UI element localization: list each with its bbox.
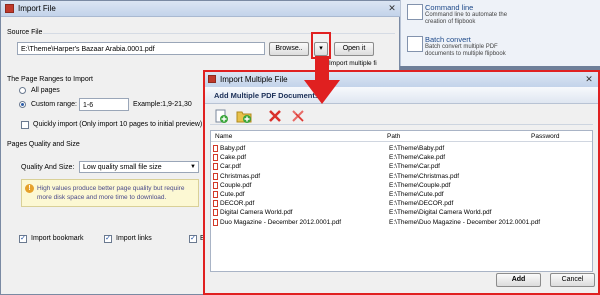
- table-row[interactable]: Duo Magazine - December 2012.0001.pdf E:\…: [211, 218, 592, 227]
- import-links-checkbox[interactable]: ✓: [104, 235, 112, 243]
- multi-window-titlebar: Import Multiple File ✕: [205, 72, 598, 87]
- pdf-file-icon: [213, 145, 218, 152]
- toolbar: [210, 107, 593, 125]
- batch-convert-desc: Batch convert multiple PDF documents to …: [425, 44, 506, 57]
- table-row[interactable]: Cake.pdf E:\Theme\Cake.pdf: [211, 153, 592, 162]
- all-pages-radio[interactable]: [19, 87, 26, 94]
- import-links-label: Import links: [116, 235, 152, 242]
- import-file-titlebar: Import File ✕: [1, 1, 401, 17]
- file-path: E:\Theme\Duo Magazine - December 2012.00…: [389, 218, 541, 226]
- file-path: E:\Theme\Digital Camera World.pdf: [389, 209, 492, 217]
- window-title: Import File: [18, 4, 56, 13]
- highlight-box: [311, 32, 331, 59]
- file-path: E:\Theme\Baby.pdf: [389, 145, 445, 152]
- remove-all-icon[interactable]: [290, 108, 306, 124]
- file-name: Digital Camera World.pdf: [220, 209, 293, 217]
- table-row[interactable]: Car.pdf E:\Theme\Car.pdf: [211, 162, 592, 171]
- add-file-icon[interactable]: [213, 108, 229, 124]
- command-line-title[interactable]: Command line: [425, 3, 473, 12]
- file-table[interactable]: Name Path Password Baby.pdf E:\Theme\Baby…: [210, 130, 593, 272]
- table-row[interactable]: Christmas.pdf E:\Theme\Christmas.pdf: [211, 172, 592, 181]
- quality-select[interactable]: Low quality small file size ▼: [79, 161, 199, 173]
- file-path: E:\Theme\Couple.pdf: [389, 181, 451, 189]
- file-path: E:\Theme\Car.pdf: [389, 163, 440, 171]
- enable-checkbox[interactable]: ✓: [189, 235, 197, 243]
- info-icon: !: [25, 184, 34, 193]
- column-path[interactable]: Path: [387, 133, 400, 140]
- table-header: Name Path Password: [211, 131, 592, 142]
- add-button[interactable]: Add: [496, 273, 541, 287]
- command-line-desc: Command line to automate the creation of…: [425, 12, 508, 25]
- import-bookmark-label: Import bookmark: [31, 235, 84, 242]
- file-name: Car.pdf: [220, 163, 241, 171]
- hint-box: ! High values produce better page qualit…: [21, 179, 199, 207]
- page-ranges-heading: The Page Ranges to Import: [7, 76, 93, 83]
- file-name: Baby.pdf: [220, 145, 246, 152]
- close-icon[interactable]: ✕: [584, 74, 594, 84]
- import-bookmark-checkbox[interactable]: ✓: [19, 235, 27, 243]
- app-icon: [5, 4, 14, 13]
- import-multiple-window: Import Multiple File ✕ Add Multiple PDF …: [203, 70, 600, 295]
- pdf-file-icon: [213, 191, 218, 198]
- close-icon[interactable]: ✕: [387, 4, 397, 13]
- table-row[interactable]: Cute.pdf E:\Theme\Cute.pdf: [211, 190, 592, 199]
- quality-heading: Pages Quality and Size: [7, 141, 80, 148]
- file-path: E:\Theme\Cake.pdf: [389, 154, 445, 162]
- batch-convert-icon: [407, 36, 423, 52]
- add-folder-icon[interactable]: [236, 108, 252, 124]
- multi-window-header: Add Multiple PDF Documents: [205, 87, 598, 104]
- column-password[interactable]: Password: [531, 133, 560, 140]
- multi-window-title: Import Multiple File: [220, 75, 288, 84]
- pdf-file-icon: [213, 172, 218, 180]
- source-file-heading: Source File: [7, 29, 43, 36]
- custom-range-input[interactable]: 1-6: [79, 98, 129, 111]
- pdf-file-icon: [213, 154, 218, 162]
- table-row[interactable]: Digital Camera World.pdf E:\Theme\Digital…: [211, 208, 592, 217]
- pdf-file-icon: [213, 218, 218, 226]
- table-row[interactable]: Baby.pdf E:\Theme\Baby.pdf: [211, 144, 592, 153]
- table-row[interactable]: Couple.pdf E:\Theme\Couple.pdf: [211, 181, 592, 190]
- open-it-button[interactable]: Open it: [334, 42, 374, 56]
- chevron-down-icon: ▼: [190, 164, 196, 170]
- quality-value: Low quality small file size: [83, 164, 162, 171]
- custom-range-label: Custom range:: [31, 101, 77, 108]
- remove-icon[interactable]: [267, 108, 283, 124]
- column-name[interactable]: Name: [215, 133, 232, 140]
- file-name: Cute.pdf: [220, 191, 245, 198]
- file-name: Couple.pdf: [220, 181, 252, 189]
- quick-import-label: Quickly import (Only import 10 pages to …: [33, 121, 203, 128]
- custom-range-radio[interactable]: [19, 101, 26, 108]
- range-example: Example:1,9-21,30: [133, 101, 192, 108]
- pdf-file-icon: [213, 181, 218, 189]
- command-line-icon: [407, 4, 423, 20]
- batch-convert-title[interactable]: Batch convert: [425, 35, 471, 44]
- source-path-input[interactable]: E:\Theme\Harper's Bazaar Arabia.0001.pdf: [17, 42, 265, 55]
- table-row[interactable]: DECOR.pdf E:\Theme\DECOR.pdf: [211, 199, 592, 208]
- pdf-file-icon: [213, 209, 218, 217]
- file-name: Cake.pdf: [220, 154, 247, 162]
- divider: [43, 33, 395, 34]
- quality-label: Quality And Size:: [21, 164, 75, 171]
- app-icon: [208, 75, 216, 83]
- hint-text: High values produce better page quality …: [37, 185, 185, 201]
- file-name: Duo Magazine - December 2012.0001.pdf: [220, 218, 342, 226]
- file-path: E:\Theme\Christmas.pdf: [389, 172, 460, 180]
- all-pages-label: All pages: [31, 87, 60, 94]
- pdf-file-icon: [213, 163, 218, 171]
- browse-button[interactable]: Browse..: [269, 42, 309, 56]
- quick-import-checkbox[interactable]: [21, 121, 29, 129]
- pdf-file-icon: [213, 200, 218, 208]
- file-path: E:\Theme\Cute.pdf: [389, 191, 444, 198]
- file-path: E:\Theme\DECOR.pdf: [389, 200, 454, 208]
- side-panel: Command line Command line to automate th…: [400, 0, 600, 66]
- cancel-button[interactable]: Cancel: [550, 273, 595, 287]
- file-name: DECOR.pdf: [220, 200, 255, 208]
- file-name: Christmas.pdf: [220, 172, 261, 180]
- red-arrow-icon: [304, 56, 340, 104]
